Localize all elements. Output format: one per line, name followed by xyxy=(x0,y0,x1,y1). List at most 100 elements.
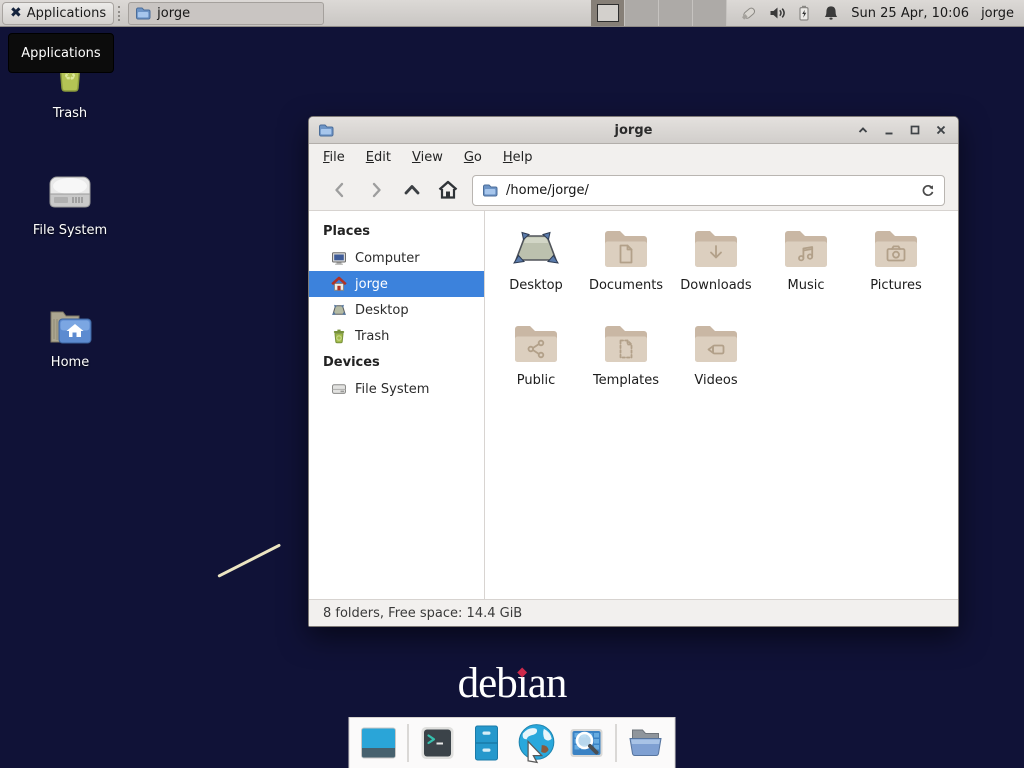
folder-label: Public xyxy=(517,373,555,388)
taskbar-window-button[interactable]: jorge xyxy=(128,2,324,25)
menu-file[interactable]: File xyxy=(323,150,345,165)
sidebar-item-jorge[interactable]: jorge xyxy=(309,271,484,297)
hard-drive-icon xyxy=(46,168,94,216)
shade-button[interactable] xyxy=(854,122,871,139)
menu-edit[interactable]: Edit xyxy=(366,150,391,165)
location-bar[interactable] xyxy=(472,175,945,206)
taskbar-window-label: jorge xyxy=(157,6,190,21)
folder-item-pictures[interactable]: Pictures xyxy=(851,229,941,324)
toolbar xyxy=(309,170,958,211)
folder-item-templates[interactable]: Templates xyxy=(581,324,671,419)
templates-folder-icon xyxy=(602,324,650,364)
path-input[interactable] xyxy=(506,183,912,198)
up-button[interactable] xyxy=(394,176,430,204)
workspace-4[interactable] xyxy=(693,0,727,26)
debian-logo-text: debıan xyxy=(458,660,567,707)
desktop-icon-file-system[interactable]: File System xyxy=(18,168,122,238)
desktop-icon xyxy=(331,302,347,318)
folder-label: Videos xyxy=(694,373,737,388)
sidebar-item-label: Trash xyxy=(355,329,389,344)
folder-item-public[interactable]: Public xyxy=(491,324,581,419)
dock-separator xyxy=(408,724,409,762)
xfce-logo-icon: ✖ xyxy=(10,6,22,20)
sidebar-item-trash[interactable]: Trash xyxy=(309,323,484,349)
sidebar-item-computer[interactable]: Computer xyxy=(309,245,484,271)
drive-icon xyxy=(331,381,347,397)
maximize-button[interactable] xyxy=(906,122,923,139)
folder-label: Documents xyxy=(589,278,663,293)
status-bar: 8 folders, Free space: 14.4 GiB xyxy=(309,599,958,626)
public-folder-icon xyxy=(512,324,560,364)
sidebar-item-label: jorge xyxy=(355,277,388,292)
documents-folder-icon xyxy=(602,229,650,269)
desktop-icon-home[interactable]: Home xyxy=(18,306,122,370)
sidebar-item-file-system[interactable]: File System xyxy=(309,376,484,402)
home-folder-icon xyxy=(47,306,93,348)
dock-separator xyxy=(616,724,617,762)
close-button[interactable] xyxy=(932,122,949,139)
home-icon xyxy=(331,276,347,292)
desktop-icon-label: Home xyxy=(51,355,89,370)
home-button[interactable] xyxy=(430,176,466,204)
forward-button[interactable] xyxy=(358,176,394,204)
back-button[interactable] xyxy=(322,176,358,204)
input-device-icon[interactable] xyxy=(739,4,759,22)
folder-item-documents[interactable]: Documents xyxy=(581,229,671,324)
desktop-icon-label: File System xyxy=(33,223,107,238)
window-titlebar[interactable]: jorge xyxy=(309,117,958,144)
file-manager-icon[interactable] xyxy=(467,723,507,763)
sidebar-item-label: Desktop xyxy=(355,303,409,318)
folder-item-downloads[interactable]: Downloads xyxy=(671,229,761,324)
applications-menu-label: Applications xyxy=(27,6,106,21)
sidebar-header-places: Places xyxy=(309,218,484,245)
show-desktop-icon[interactable] xyxy=(359,723,399,763)
sidebar: Places Computer jorge xyxy=(309,211,485,599)
sidebar-item-desktop[interactable]: Desktop xyxy=(309,297,484,323)
folder-label: Pictures xyxy=(870,278,921,293)
folder-label: Music xyxy=(788,278,825,293)
folder-icon xyxy=(135,5,151,21)
top-panel: ✖ Applications jorge xyxy=(0,0,1024,27)
folder-item-desktop[interactable]: Desktop xyxy=(491,229,581,324)
window-controls xyxy=(854,122,949,139)
terminal-emulator-icon[interactable] xyxy=(418,723,458,763)
path-folder-icon xyxy=(482,182,498,198)
reload-icon[interactable] xyxy=(920,183,935,198)
folder-item-videos[interactable]: Videos xyxy=(671,324,761,419)
panel-grip xyxy=(118,6,124,21)
menu-go[interactable]: Go xyxy=(464,150,482,165)
menu-help[interactable]: Help xyxy=(503,150,533,165)
workspace-window-miniature xyxy=(597,4,619,22)
status-text: 8 folders, Free space: 14.4 GiB xyxy=(323,606,522,621)
folder-view: Desktop Documents Downloads xyxy=(485,211,958,599)
system-tray xyxy=(739,4,840,22)
debian-logo: debıan xyxy=(458,662,567,705)
wallpaper-stroke xyxy=(217,543,281,577)
minimize-button[interactable] xyxy=(880,122,897,139)
directory-menu-icon[interactable] xyxy=(626,723,666,763)
tooltip-label: Applications xyxy=(21,46,100,61)
computer-icon xyxy=(331,250,347,266)
battery-charging-icon[interactable] xyxy=(795,4,813,22)
applications-menu-button[interactable]: ✖ Applications xyxy=(2,2,114,25)
menu-bar: File Edit View Go Help xyxy=(309,144,958,170)
volume-icon[interactable] xyxy=(768,4,786,22)
workspace-3[interactable] xyxy=(659,0,693,26)
pictures-folder-icon xyxy=(872,229,920,269)
folder-item-music[interactable]: Music xyxy=(761,229,851,324)
file-manager-window: jorge File Edit View Go Help xyxy=(308,116,959,627)
application-finder-icon[interactable] xyxy=(567,723,607,763)
workspace-2[interactable] xyxy=(625,0,659,26)
web-browser-icon[interactable] xyxy=(516,722,558,764)
notifications-bell-icon[interactable] xyxy=(822,4,840,22)
sidebar-item-label: Computer xyxy=(355,251,420,266)
folder-label: Downloads xyxy=(680,278,751,293)
folder-label: Desktop xyxy=(509,278,563,293)
workspace-1[interactable] xyxy=(591,0,625,26)
panel-clock[interactable]: Sun 25 Apr, 10:06 xyxy=(851,6,969,21)
panel-right: Sun 25 Apr, 10:06 jorge xyxy=(591,0,1024,26)
videos-folder-icon xyxy=(692,324,740,364)
menu-view[interactable]: View xyxy=(412,150,443,165)
desktop-icon-label: Trash xyxy=(53,106,87,121)
sidebar-header-devices: Devices xyxy=(309,349,484,376)
